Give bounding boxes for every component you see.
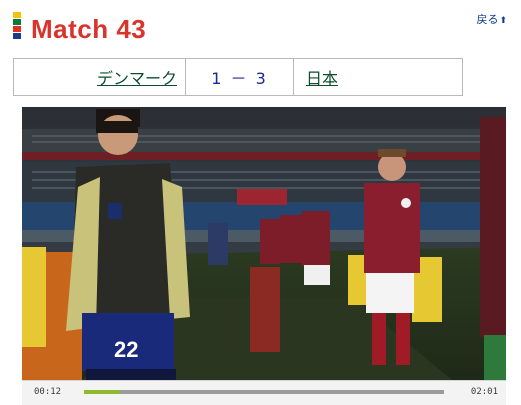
jersey-number: 22 (114, 337, 138, 362)
home-team-cell: デンマーク (14, 59, 186, 95)
match-score-table: デンマーク 1 － 3 日本 (13, 58, 463, 96)
page-title: Match 43 (31, 14, 147, 44)
video-player[interactable]: 22 (22, 107, 506, 380)
duration-time: 02:01 (470, 387, 498, 397)
up-arrow-icon: ⬆ (499, 16, 507, 26)
away-team-link[interactable]: 日本 (306, 65, 338, 89)
progress-track[interactable] (84, 390, 444, 394)
current-time: 00:12 (34, 387, 62, 397)
flag-stripe-red (13, 26, 21, 32)
back-label: 戻る (476, 13, 499, 26)
back-link[interactable]: 戻る⬆ (476, 11, 507, 27)
video-controls: 00:12 02:01 (22, 380, 506, 405)
away-team-cell: 日本 (294, 59, 462, 95)
flag-stripe-yellow (13, 12, 21, 18)
color-flag-icon (13, 12, 21, 46)
video-frame: 22 (22, 107, 506, 380)
progress-fill (84, 390, 120, 394)
flag-stripe-green (13, 19, 21, 25)
score-cell: 1 － 3 (186, 59, 294, 95)
home-team-link[interactable]: デンマーク (97, 65, 177, 89)
flag-stripe-blue (13, 33, 21, 39)
